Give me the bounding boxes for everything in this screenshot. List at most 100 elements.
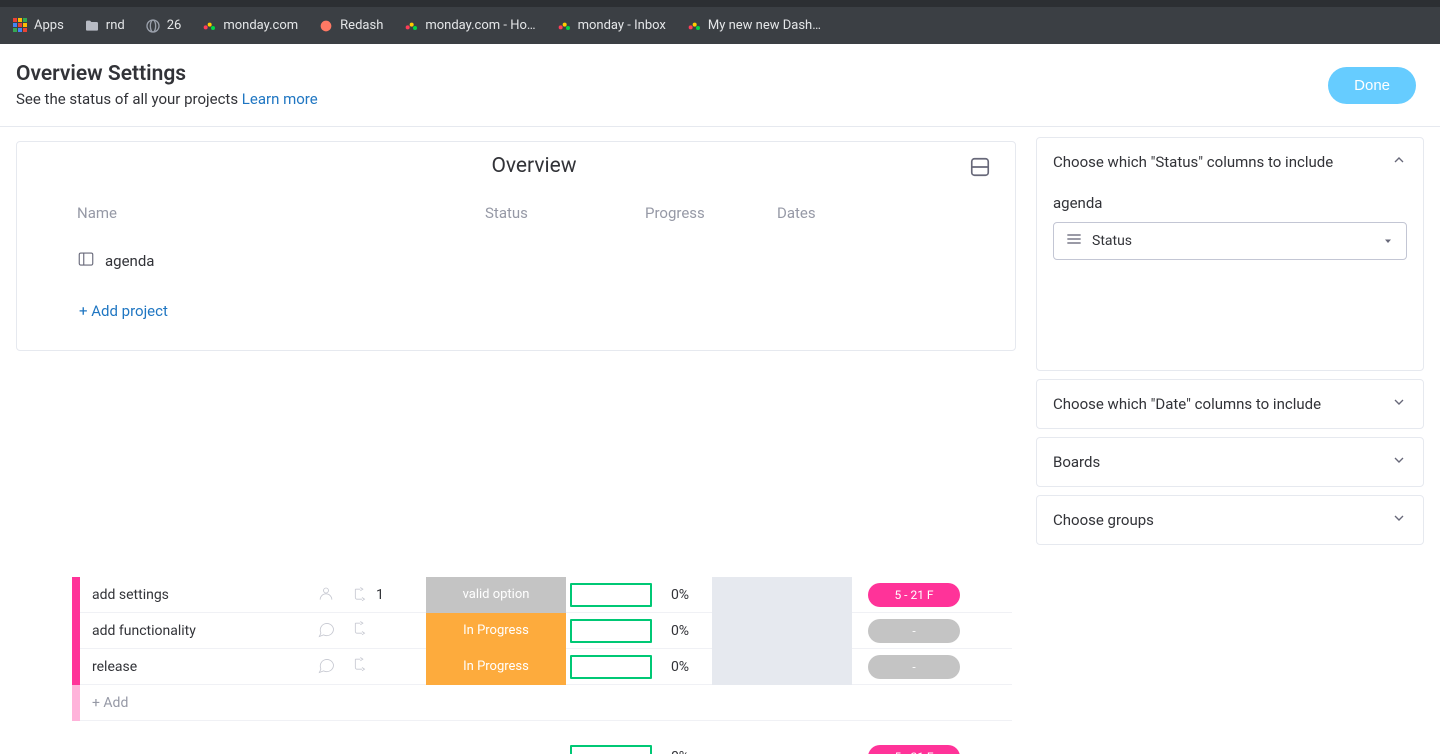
overview-card: Overview Name Status Progress Dates agen…	[16, 141, 1016, 351]
progress-percent: 0%	[656, 659, 704, 675]
apps-label: Apps	[34, 18, 64, 33]
summary-ratio-bar	[566, 745, 656, 754]
page-header: Overview Settings See the status of all …	[0, 44, 1440, 127]
chevron-down-icon	[1391, 452, 1407, 472]
ratio-bar-cell	[566, 619, 656, 643]
overview-column-headers: Name Status Progress Dates	[77, 204, 991, 222]
summary-date-pill: 5 - 21 F	[868, 745, 960, 754]
globe-icon	[145, 18, 161, 34]
panel-title: Choose which "Status" columns to include	[1053, 153, 1333, 171]
bookmark-label: Redash	[340, 18, 383, 33]
progress-percent: 0%	[656, 587, 704, 603]
task-name[interactable]: release	[80, 659, 316, 675]
conversation-icon[interactable]	[316, 655, 336, 679]
chevron-down-icon	[1391, 510, 1407, 530]
redash-icon	[318, 18, 334, 34]
task-row[interactable]: add functionality In Progress 0% -	[72, 613, 1012, 649]
overview-title: Overview	[77, 154, 991, 178]
status-cell[interactable]: valid option	[426, 577, 566, 613]
bookmark-item-3[interactable]: monday - Inbox	[556, 18, 666, 34]
layout-toggle[interactable]	[969, 156, 991, 182]
bookmarks-bar: Apps rnd 26 monday.com Redash monday.com…	[0, 7, 1440, 44]
bookmark-label: monday.com - Ho…	[425, 18, 535, 33]
folder-icon	[84, 18, 100, 34]
settings-panel: Choose groups	[1036, 495, 1424, 545]
monday-icon	[686, 18, 702, 34]
learn-more-link[interactable]: Learn more	[242, 90, 318, 108]
date-pill[interactable]: -	[868, 619, 960, 643]
page-title: Overview Settings	[16, 62, 318, 86]
col-status: Status	[485, 204, 645, 222]
add-task-label: + Add	[80, 695, 316, 711]
folder-label: rnd	[106, 18, 125, 33]
summary-percent: 0%	[656, 749, 704, 754]
done-button[interactable]: Done	[1328, 67, 1416, 104]
monday-icon	[556, 18, 572, 34]
status-cell[interactable]: In Progress	[426, 649, 566, 685]
caret-down-icon	[1382, 232, 1394, 251]
apps-icon	[12, 18, 28, 34]
bookmark-label: monday - Inbox	[578, 18, 666, 33]
subitems-count[interactable]: 1	[352, 585, 384, 605]
empty-progress-cell	[712, 649, 852, 685]
settings-panel: Choose which "Date" columns to include	[1036, 379, 1424, 429]
bookmark-label: My new new Dash…	[708, 18, 821, 33]
conversation-icon[interactable]	[316, 619, 336, 643]
status-cell[interactable]: In Progress	[426, 613, 566, 649]
panel-title: Choose which "Date" columns to include	[1053, 395, 1321, 413]
bookmark-label: monday.com	[223, 18, 298, 33]
bookmark-item-1[interactable]: Redash	[318, 18, 383, 34]
panel-header[interactable]: Choose which "Date" columns to include	[1037, 380, 1423, 428]
summary-row: 0% 5 - 21 F	[72, 739, 1012, 754]
row-color-bar	[72, 649, 80, 685]
panel-header[interactable]: Boards	[1037, 438, 1423, 486]
task-name[interactable]: add functionality	[80, 623, 316, 639]
page-subtitle: See the status of all your projects Lear…	[16, 90, 318, 108]
row-color-bar	[72, 577, 80, 613]
counter-label: 26	[167, 18, 182, 33]
project-name: agenda	[105, 252, 154, 270]
bookmark-item-2[interactable]: monday.com - Ho…	[403, 18, 535, 34]
conversation-icon[interactable]	[316, 583, 336, 607]
bookmark-folder-rnd[interactable]: rnd	[84, 18, 125, 34]
subitems-icon[interactable]	[352, 655, 372, 679]
task-row[interactable]: release In Progress 0% -	[72, 649, 1012, 685]
col-dates: Dates	[777, 204, 877, 222]
col-progress: Progress	[645, 204, 777, 222]
panel-title: Boards	[1053, 453, 1100, 471]
panel-field-label: agenda	[1053, 194, 1407, 212]
chevron-up-icon	[1391, 152, 1407, 172]
status-column-dropdown[interactable]: Status	[1053, 222, 1407, 260]
add-project-link[interactable]: + Add project	[79, 302, 991, 320]
dropdown-value: Status	[1092, 233, 1132, 249]
panel-header[interactable]: Choose which "Status" columns to include	[1037, 138, 1423, 186]
panel-header[interactable]: Choose groups	[1037, 496, 1423, 544]
apps-button[interactable]: Apps	[12, 18, 64, 34]
ratio-bar-cell	[566, 583, 656, 607]
tasks-grid: add settings 1 valid option 0% 5 - 21 F …	[72, 577, 1012, 754]
bookmark-item-4[interactable]: My new new Dash…	[686, 18, 821, 34]
monday-icon	[201, 18, 217, 34]
task-row[interactable]: add settings 1 valid option 0% 5 - 21 F	[72, 577, 1012, 613]
panel-title: Choose groups	[1053, 511, 1154, 529]
date-pill[interactable]: 5 - 21 F	[868, 583, 960, 607]
progress-percent: 0%	[656, 623, 704, 639]
row-color-bar	[72, 685, 80, 721]
bookmark-item-0[interactable]: monday.com	[201, 18, 298, 34]
add-task-row[interactable]: + Add	[72, 685, 1012, 721]
date-pill[interactable]: -	[868, 655, 960, 679]
empty-progress-cell	[712, 577, 852, 613]
chevron-down-icon	[1391, 394, 1407, 414]
monday-icon	[403, 18, 419, 34]
task-name[interactable]: add settings	[80, 587, 316, 603]
ratio-bar-cell	[566, 655, 656, 679]
project-row-agenda[interactable]: agenda	[77, 250, 991, 272]
row-color-bar	[72, 613, 80, 649]
subitems-icon[interactable]	[352, 619, 372, 643]
settings-panel: Choose which "Status" columns to include…	[1036, 137, 1424, 371]
bookmark-counter[interactable]: 26	[145, 18, 182, 34]
empty-progress-cell	[712, 613, 852, 649]
col-name: Name	[77, 204, 485, 222]
board-icon	[77, 250, 95, 272]
list-icon	[1066, 233, 1082, 249]
